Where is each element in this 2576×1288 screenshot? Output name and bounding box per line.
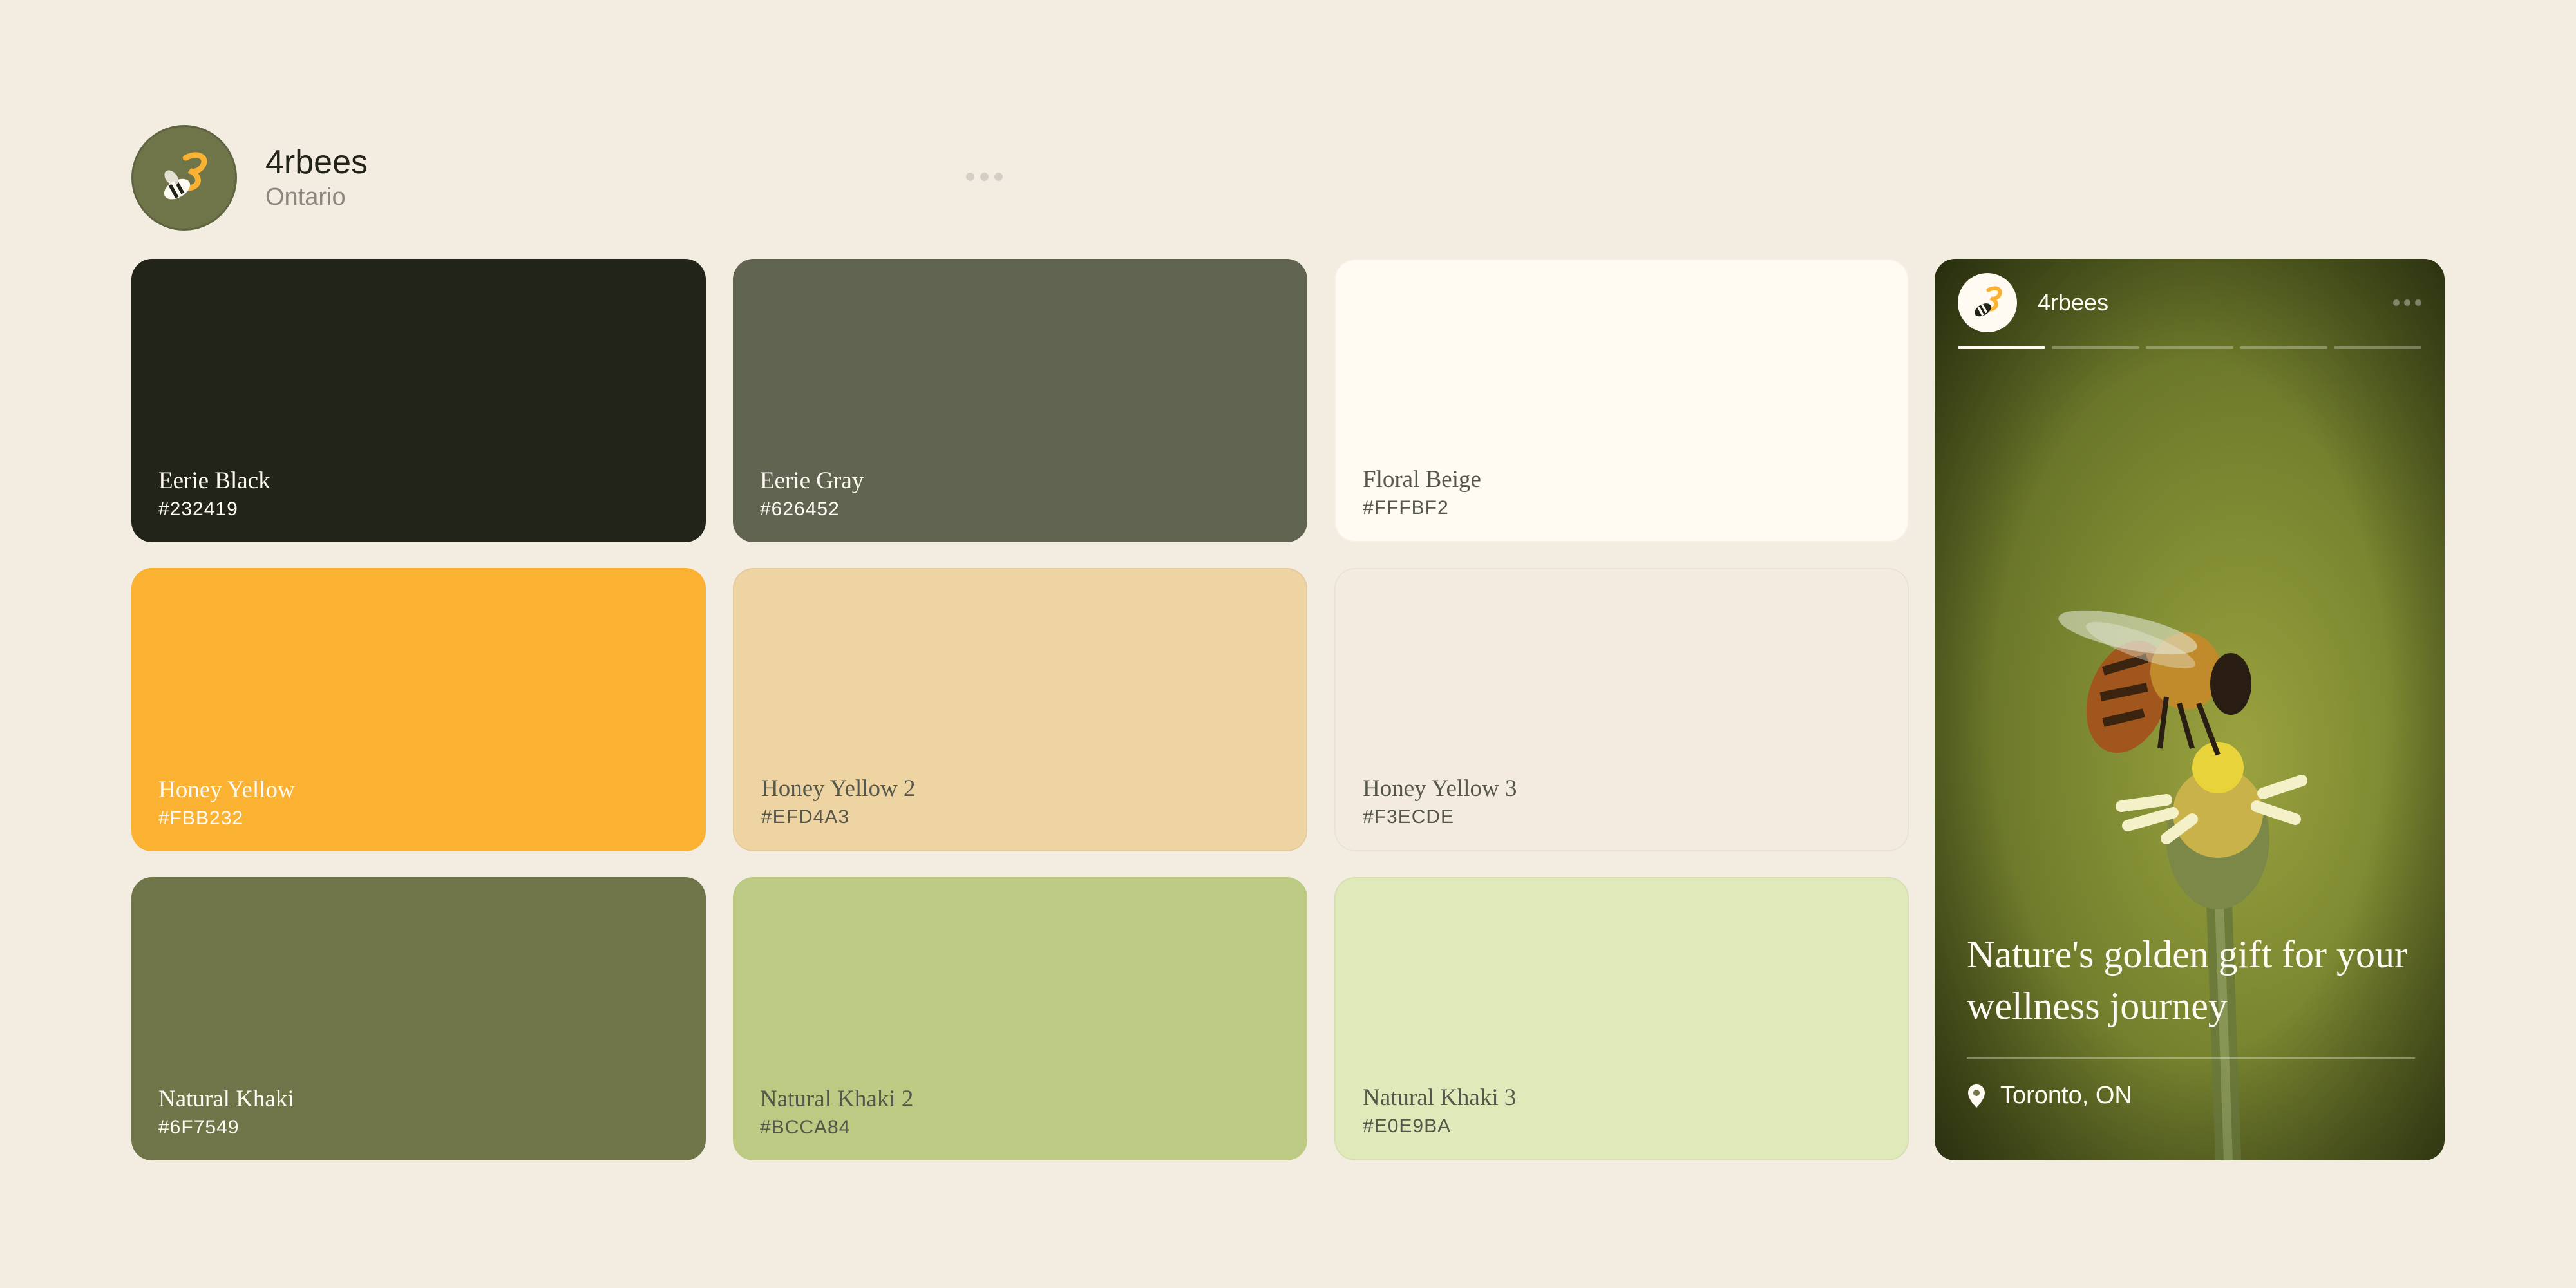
story-progress-bar (1958, 346, 2421, 349)
story-more-icon[interactable] (2393, 299, 2421, 306)
swatch-hex: #232419 (158, 498, 238, 520)
brand-location: Ontario (265, 184, 346, 211)
swatch-hex: #E0E9BA (1363, 1115, 1452, 1137)
color-swatch-grid: Eerie Black #232419 Eerie Gray #626452 Flora… (131, 259, 1909, 1160)
location-pin-icon (1968, 1084, 1985, 1108)
color-swatch[interactable]: Eerie Black #232419 (131, 259, 706, 542)
color-swatch[interactable]: Eerie Gray #626452 (733, 259, 1307, 542)
story-progress-segment (2240, 346, 2327, 349)
swatch-name: Natural Khaki (158, 1086, 294, 1112)
story-location: Toronto, ON (1967, 1082, 2132, 1110)
brand-name: 4rbees (265, 143, 368, 181)
swatch-hex: #FFFBF2 (1363, 497, 1449, 518)
color-swatch[interactable]: Floral Beige #FFFBF2 (1334, 259, 1909, 542)
swatch-name: Natural Khaki 2 (760, 1086, 914, 1112)
swatch-hex: #FBB232 (158, 808, 244, 829)
swatch-name: Floral Beige (1363, 466, 1481, 493)
swatch-hex: #6F7549 (158, 1117, 240, 1138)
swatch-name: Honey Yellow 3 (1363, 775, 1517, 802)
story-avatar[interactable] (1958, 273, 2017, 332)
color-swatch[interactable]: Natural Khaki 3 #E0E9BA (1334, 877, 1909, 1160)
swatch-hex: #BCCA84 (760, 1117, 851, 1138)
more-options-icon[interactable] (966, 173, 1003, 181)
color-swatch[interactable]: Honey Yellow #FBB232 (131, 568, 706, 851)
story-progress-segment (1958, 346, 2045, 349)
color-swatch[interactable]: Natural Khaki 2 #BCCA84 (733, 877, 1307, 1160)
story-card[interactable]: 4rbees Nature's golden gift for your wel… (1935, 259, 2445, 1160)
color-swatch[interactable]: Natural Khaki #6F7549 (131, 877, 706, 1160)
story-username: 4rbees (2038, 289, 2109, 316)
swatch-name: Eerie Black (158, 468, 270, 494)
swatch-hex: #F3ECDE (1363, 806, 1455, 828)
bee-logo-icon (164, 152, 207, 200)
swatch-name: Honey Yellow (158, 777, 295, 803)
swatch-name: Eerie Gray (760, 468, 864, 494)
color-swatch[interactable]: Honey Yellow 2 #EFD4A3 (733, 568, 1307, 851)
swatch-hex: #EFD4A3 (761, 806, 850, 828)
profile-header: 4rbees Ontario (131, 125, 368, 231)
color-swatch[interactable]: Honey Yellow 3 #F3ECDE (1334, 568, 1909, 851)
swatch-name: Honey Yellow 2 (761, 775, 916, 802)
swatch-name: Natural Khaki 3 (1363, 1084, 1517, 1111)
story-progress-segment (2334, 346, 2421, 349)
story-location-text: Toronto, ON (2000, 1082, 2132, 1109)
swatch-hex: #626452 (760, 498, 840, 520)
story-title: Nature's golden gift for your wellness j… (1967, 933, 2407, 1027)
bee-logo-icon (1975, 286, 2002, 317)
story-progress-segment (2052, 346, 2139, 349)
brand-logo[interactable] (131, 125, 237, 231)
story-divider (1967, 1057, 2415, 1059)
story-progress-segment (2146, 346, 2233, 349)
